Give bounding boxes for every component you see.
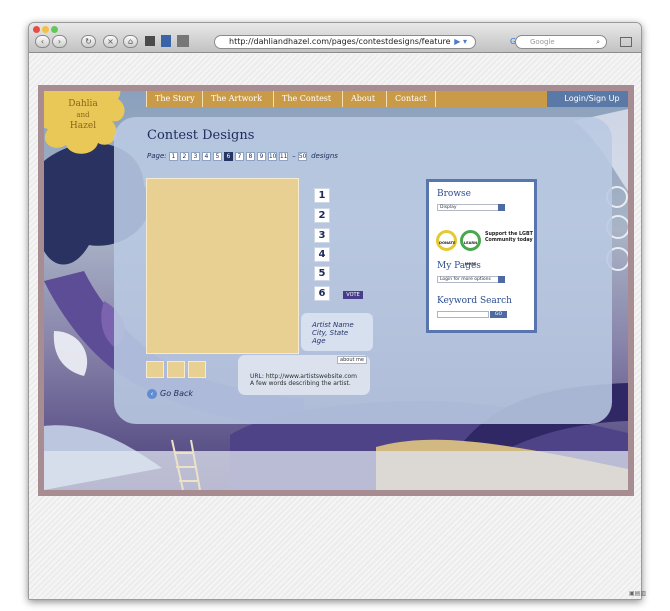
- browser-window: ‹ › ↻ × ⌂ http://dahliandhazel.com/pages…: [28, 22, 642, 600]
- stop-icon[interactable]: ×: [103, 35, 118, 48]
- page-content: The Story The Artwork The Contest About …: [29, 54, 641, 599]
- browse-value: Display: [440, 205, 457, 210]
- artist-city: City, State: [312, 329, 349, 337]
- rating-3[interactable]: 3: [314, 228, 330, 243]
- keyword-search-button[interactable]: GO: [490, 311, 507, 318]
- forward-icon[interactable]: ›: [52, 35, 67, 48]
- search-box[interactable]: Google ⌕: [515, 35, 607, 49]
- my-pages-dropdown[interactable]: Login for more options: [437, 276, 505, 283]
- artist-description: A few words describing the artist.: [250, 380, 351, 387]
- back-icon[interactable]: ‹: [35, 35, 50, 48]
- keyword-search-title: Keyword Search: [437, 296, 512, 306]
- refresh-icon[interactable]: ↻: [81, 35, 96, 48]
- my-pages-title: My Pages: [437, 261, 481, 271]
- close-window-icon[interactable]: [33, 26, 40, 33]
- rating-1[interactable]: 1: [314, 188, 330, 203]
- rating-2[interactable]: 2: [314, 208, 330, 223]
- artist-age: Age: [312, 337, 326, 345]
- illustration-scene: The Story The Artwork The Contest About …: [44, 91, 628, 490]
- login-signup-button[interactable]: Login/Sign Up: [547, 91, 628, 107]
- browser-toolbar: ‹ › ↻ × ⌂ http://dahliandhazel.com/pages…: [29, 23, 641, 53]
- url-go-icon[interactable]: ▶ ▾: [454, 36, 467, 48]
- page-title: Contest Designs: [147, 128, 255, 143]
- search-icon: ⌕: [596, 38, 600, 46]
- nav-the-artwork[interactable]: The Artwork: [202, 91, 273, 107]
- svg-text:Dahlia: Dahlia: [68, 99, 98, 109]
- dropdown-icon: [498, 276, 505, 283]
- go-back-link[interactable]: ‹ Go Back: [147, 389, 193, 399]
- design-thumbnail[interactable]: [188, 361, 206, 378]
- donate-button[interactable]: DONATE: [436, 230, 457, 251]
- search-placeholder: Google: [530, 38, 555, 46]
- browse-title: Browse: [437, 189, 471, 199]
- page-range-separator: –: [292, 152, 296, 160]
- svg-text:Hazel: Hazel: [70, 121, 96, 131]
- go-back-label: Go Back: [160, 389, 194, 398]
- sidebar: Browse Display DONATE LEARN MORE Support…: [426, 179, 537, 333]
- back-arrow-icon: ‹: [147, 389, 157, 399]
- bookmark-icon[interactable]: [145, 36, 155, 46]
- page-10[interactable]: 10: [267, 152, 277, 161]
- pagination: Page: 1 2 3 4 5 6 7 8 9 10 11 – 50 designs: [147, 152, 338, 161]
- my-pages-value: Login for more options: [440, 277, 491, 282]
- site-frame: The Story The Artwork The Contest About …: [38, 85, 634, 496]
- page-label: Page: [147, 152, 165, 160]
- donate-label: DONATE: [439, 241, 456, 245]
- rating-5[interactable]: 5: [314, 266, 330, 281]
- keyword-search-input[interactable]: [437, 311, 489, 318]
- artist-info: Artist Name City, State Age: [301, 313, 373, 351]
- contest-panel: Contest Designs Page: 1 2 3 4 5 6 7 8 9 10 11 – 50…: [114, 117, 612, 424]
- nav-about[interactable]: About: [342, 91, 386, 107]
- vote-button[interactable]: VOTE: [343, 291, 363, 299]
- nav-the-story[interactable]: The Story: [146, 91, 202, 107]
- rating-4[interactable]: 4: [314, 247, 330, 262]
- design-thumbnail[interactable]: [146, 361, 164, 378]
- status-bar-icons: ▣▤▥: [628, 590, 646, 597]
- page-1[interactable]: 1: [168, 152, 178, 161]
- home-icon[interactable]: ⌂: [123, 35, 138, 48]
- rss-icon[interactable]: [161, 35, 171, 47]
- page-7[interactable]: 7: [234, 152, 244, 161]
- support-text: Support the LGBT Community today: [485, 232, 533, 243]
- designs-label: designs: [311, 152, 338, 160]
- about-me-tab[interactable]: about me: [337, 356, 367, 364]
- rating-6[interactable]: 6: [314, 286, 330, 301]
- learn-more-button[interactable]: LEARN MORE: [460, 230, 481, 266]
- page-3[interactable]: 3: [190, 152, 200, 161]
- browse-dropdown[interactable]: Display: [437, 204, 505, 211]
- address-bar[interactable]: http://dahliandhazel.com/pages/contestde…: [214, 35, 476, 49]
- page-11[interactable]: 11: [278, 152, 288, 161]
- artist-url: URL: http://www.artistswebsite.com: [250, 373, 358, 380]
- page-4[interactable]: 4: [201, 152, 211, 161]
- nav-contact[interactable]: Contact: [386, 91, 436, 107]
- total-designs: 50: [297, 152, 307, 161]
- dropdown-icon: [498, 204, 505, 211]
- featured-design[interactable]: [146, 178, 299, 354]
- page-5[interactable]: 5: [212, 152, 222, 161]
- page-9[interactable]: 9: [256, 152, 266, 161]
- page-8[interactable]: 8: [245, 152, 255, 161]
- page-6[interactable]: 6: [223, 152, 233, 161]
- page-2[interactable]: 2: [179, 152, 189, 161]
- nav-the-contest[interactable]: The Contest: [273, 91, 342, 107]
- zoom-window-icon[interactable]: [51, 26, 58, 33]
- print-icon[interactable]: [177, 35, 189, 47]
- design-thumbnail[interactable]: [167, 361, 185, 378]
- artist-name: Artist Name: [312, 321, 354, 329]
- svg-text:and: and: [76, 111, 90, 119]
- url-text: http://dahliandhazel.com/pages/contestde…: [229, 37, 451, 46]
- tabs-icon[interactable]: [620, 37, 632, 47]
- minimize-window-icon[interactable]: [42, 26, 49, 33]
